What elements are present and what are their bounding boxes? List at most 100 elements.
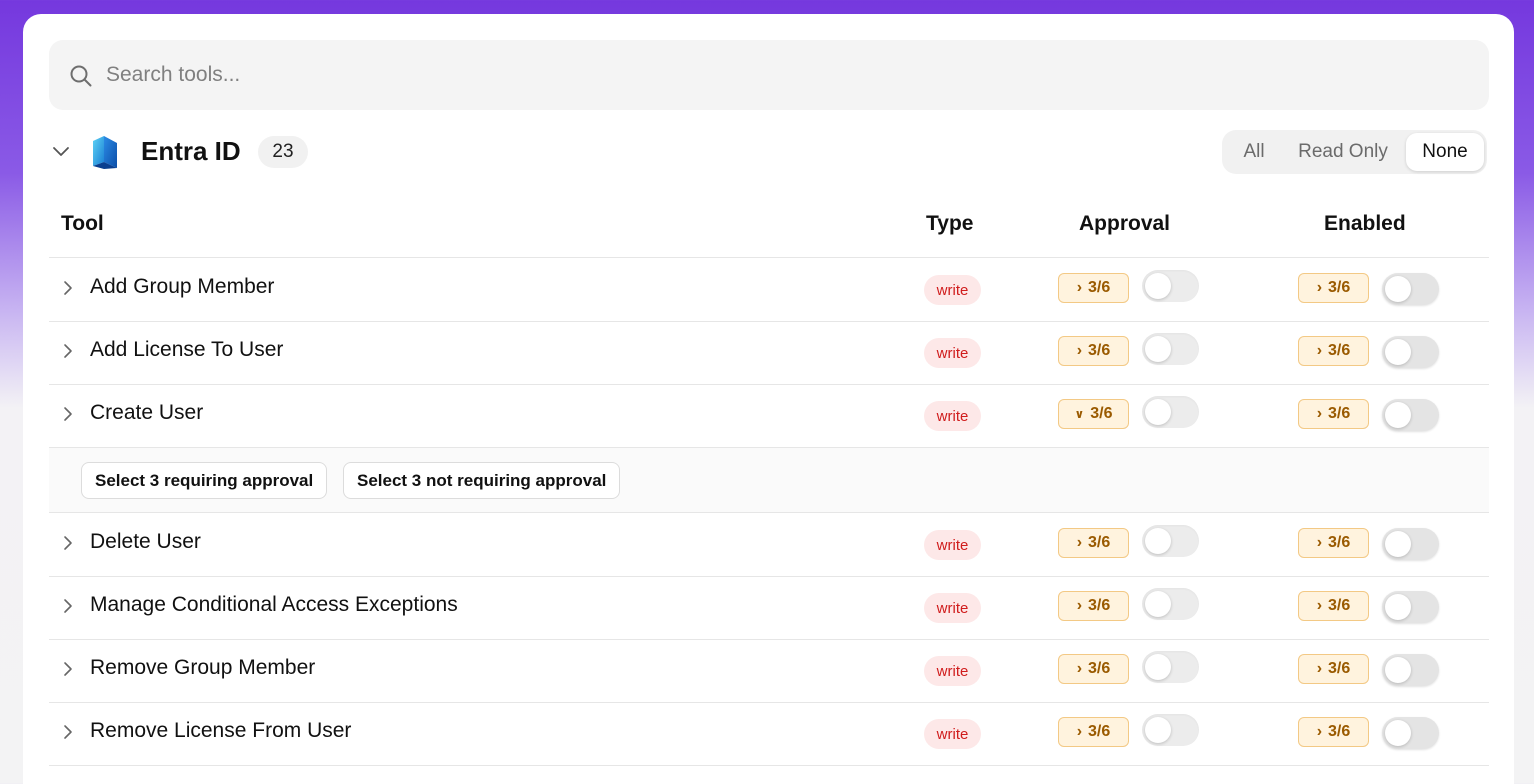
approval-toggle[interactable] [1142, 396, 1199, 428]
table-row: Add License To User write › 3/6 › 3/6 [49, 321, 1489, 385]
approval-count-chip[interactable]: › 3/6 [1058, 591, 1129, 621]
approval-count-chip[interactable]: › 3/6 [1058, 273, 1129, 303]
filter-read-only-button[interactable]: Read Only [1283, 133, 1403, 171]
chevron-right-icon[interactable] [62, 661, 74, 677]
group-header-entra-id: Entra ID 23 All Read Only None [49, 130, 1489, 174]
toggle-knob [1385, 402, 1411, 428]
tool-name: Add License To User [90, 338, 284, 361]
chevron-right-icon[interactable] [62, 535, 74, 551]
approval-count-chip[interactable]: › 3/6 [1058, 528, 1129, 558]
chevron-right-icon[interactable] [62, 406, 74, 422]
enabled-toggle[interactable] [1382, 273, 1439, 305]
chevron-right-icon: › [1076, 534, 1083, 551]
chevron-right-icon: › [1316, 534, 1323, 551]
enabled-toggle[interactable] [1382, 399, 1439, 431]
enabled-toggle[interactable] [1382, 528, 1439, 560]
tool-count-badge: 23 [258, 136, 308, 168]
approval-toggle[interactable] [1142, 270, 1199, 302]
type-badge: write [924, 719, 981, 749]
select-requiring-approval-button[interactable]: Select 3 requiring approval [81, 462, 328, 499]
enabled-toggle[interactable] [1382, 591, 1439, 623]
type-badge: write [924, 338, 981, 368]
enabled-toggle[interactable] [1382, 336, 1439, 368]
search-input[interactable] [106, 40, 1466, 110]
toggle-knob [1145, 336, 1171, 362]
approval-toggle[interactable] [1142, 651, 1199, 683]
filter-all-button[interactable]: All [1228, 133, 1280, 171]
approval-count: 3/6 [1090, 405, 1113, 422]
table-row: Remove License From User write › 3/6 › 3/6 [49, 702, 1489, 766]
approval-count: 3/6 [1088, 534, 1111, 551]
filter-segmented-control: All Read Only None [1222, 130, 1487, 174]
chevron-right-icon: › [1076, 723, 1083, 740]
toggle-knob [1145, 654, 1171, 680]
approval-count: 3/6 [1088, 279, 1111, 296]
enabled-count-chip[interactable]: › 3/6 [1298, 591, 1369, 621]
chevron-right-icon[interactable] [62, 724, 74, 740]
tool-name: Remove License From User [90, 719, 352, 742]
enabled-toggle[interactable] [1382, 717, 1439, 749]
type-badge: write [924, 656, 981, 686]
chevron-right-icon: › [1076, 342, 1083, 359]
chevron-right-icon: › [1316, 405, 1323, 422]
approval-toggle[interactable] [1142, 714, 1199, 746]
table-row: Manage Conditional Access Exceptions wri… [49, 576, 1489, 640]
table-row: Delete User write › 3/6 › 3/6 [49, 513, 1489, 577]
tool-name: Manage Conditional Access Exceptions [90, 593, 458, 616]
enabled-count: 3/6 [1328, 342, 1351, 359]
approval-count-chip[interactable]: ∨ 3/6 [1058, 399, 1129, 429]
tools-panel: Entra ID 23 All Read Only None Tool Type… [23, 14, 1514, 784]
column-header-enabled: Enabled [1324, 212, 1406, 235]
tool-name: Remove Group Member [90, 656, 316, 679]
chevron-down-icon[interactable] [52, 143, 70, 161]
type-badge: write [924, 275, 981, 305]
chevron-right-icon: › [1316, 660, 1323, 677]
chevron-right-icon: › [1316, 723, 1323, 740]
enabled-count-chip[interactable]: › 3/6 [1298, 273, 1369, 303]
type-badge: write [924, 401, 981, 431]
toggle-knob [1385, 657, 1411, 683]
approval-selection-panel: Select 3 requiring approval Select 3 not… [49, 448, 1489, 513]
chevron-right-icon[interactable] [62, 280, 74, 296]
approval-count-chip[interactable]: › 3/6 [1058, 654, 1129, 684]
chevron-right-icon[interactable] [62, 343, 74, 359]
approval-toggle[interactable] [1142, 333, 1199, 365]
column-header-approval: Approval [1079, 212, 1171, 235]
toggle-knob [1385, 339, 1411, 365]
enabled-count-chip[interactable]: › 3/6 [1298, 717, 1369, 747]
chevron-right-icon: › [1316, 597, 1323, 614]
approval-toggle[interactable] [1142, 588, 1199, 620]
search-icon [70, 65, 92, 87]
enabled-count-chip[interactable]: › 3/6 [1298, 336, 1369, 366]
group-title: Entra ID [141, 136, 241, 166]
toggle-knob [1385, 531, 1411, 557]
approval-count: 3/6 [1088, 660, 1111, 677]
enabled-count: 3/6 [1328, 597, 1351, 614]
tool-name: Delete User [90, 530, 201, 553]
chevron-right-icon[interactable] [62, 598, 74, 614]
enabled-count: 3/6 [1328, 723, 1351, 740]
column-header-tool: Tool [61, 212, 104, 235]
approval-count-chip[interactable]: › 3/6 [1058, 336, 1129, 366]
toggle-knob [1385, 594, 1411, 620]
filter-none-button[interactable]: None [1406, 133, 1484, 171]
enabled-toggle[interactable] [1382, 654, 1439, 686]
select-not-requiring-approval-button[interactable]: Select 3 not requiring approval [343, 462, 621, 499]
approval-count: 3/6 [1088, 342, 1111, 359]
enabled-count: 3/6 [1328, 279, 1351, 296]
chevron-right-icon: › [1316, 342, 1323, 359]
enabled-count: 3/6 [1328, 405, 1351, 422]
entra-id-logo-icon [93, 136, 117, 169]
approval-count: 3/6 [1088, 597, 1111, 614]
approval-toggle[interactable] [1142, 525, 1199, 557]
search-bar [49, 40, 1489, 110]
table-row: Add Group Member write › 3/6 › 3/6 [49, 258, 1489, 322]
enabled-count-chip[interactable]: › 3/6 [1298, 399, 1369, 429]
enabled-count-chip[interactable]: › 3/6 [1298, 654, 1369, 684]
toggle-knob [1385, 720, 1411, 746]
enabled-count: 3/6 [1328, 534, 1351, 551]
enabled-count-chip[interactable]: › 3/6 [1298, 528, 1369, 558]
column-header-type: Type [926, 212, 974, 235]
approval-count-chip[interactable]: › 3/6 [1058, 717, 1129, 747]
chevron-down-icon: ∨ [1074, 407, 1085, 421]
